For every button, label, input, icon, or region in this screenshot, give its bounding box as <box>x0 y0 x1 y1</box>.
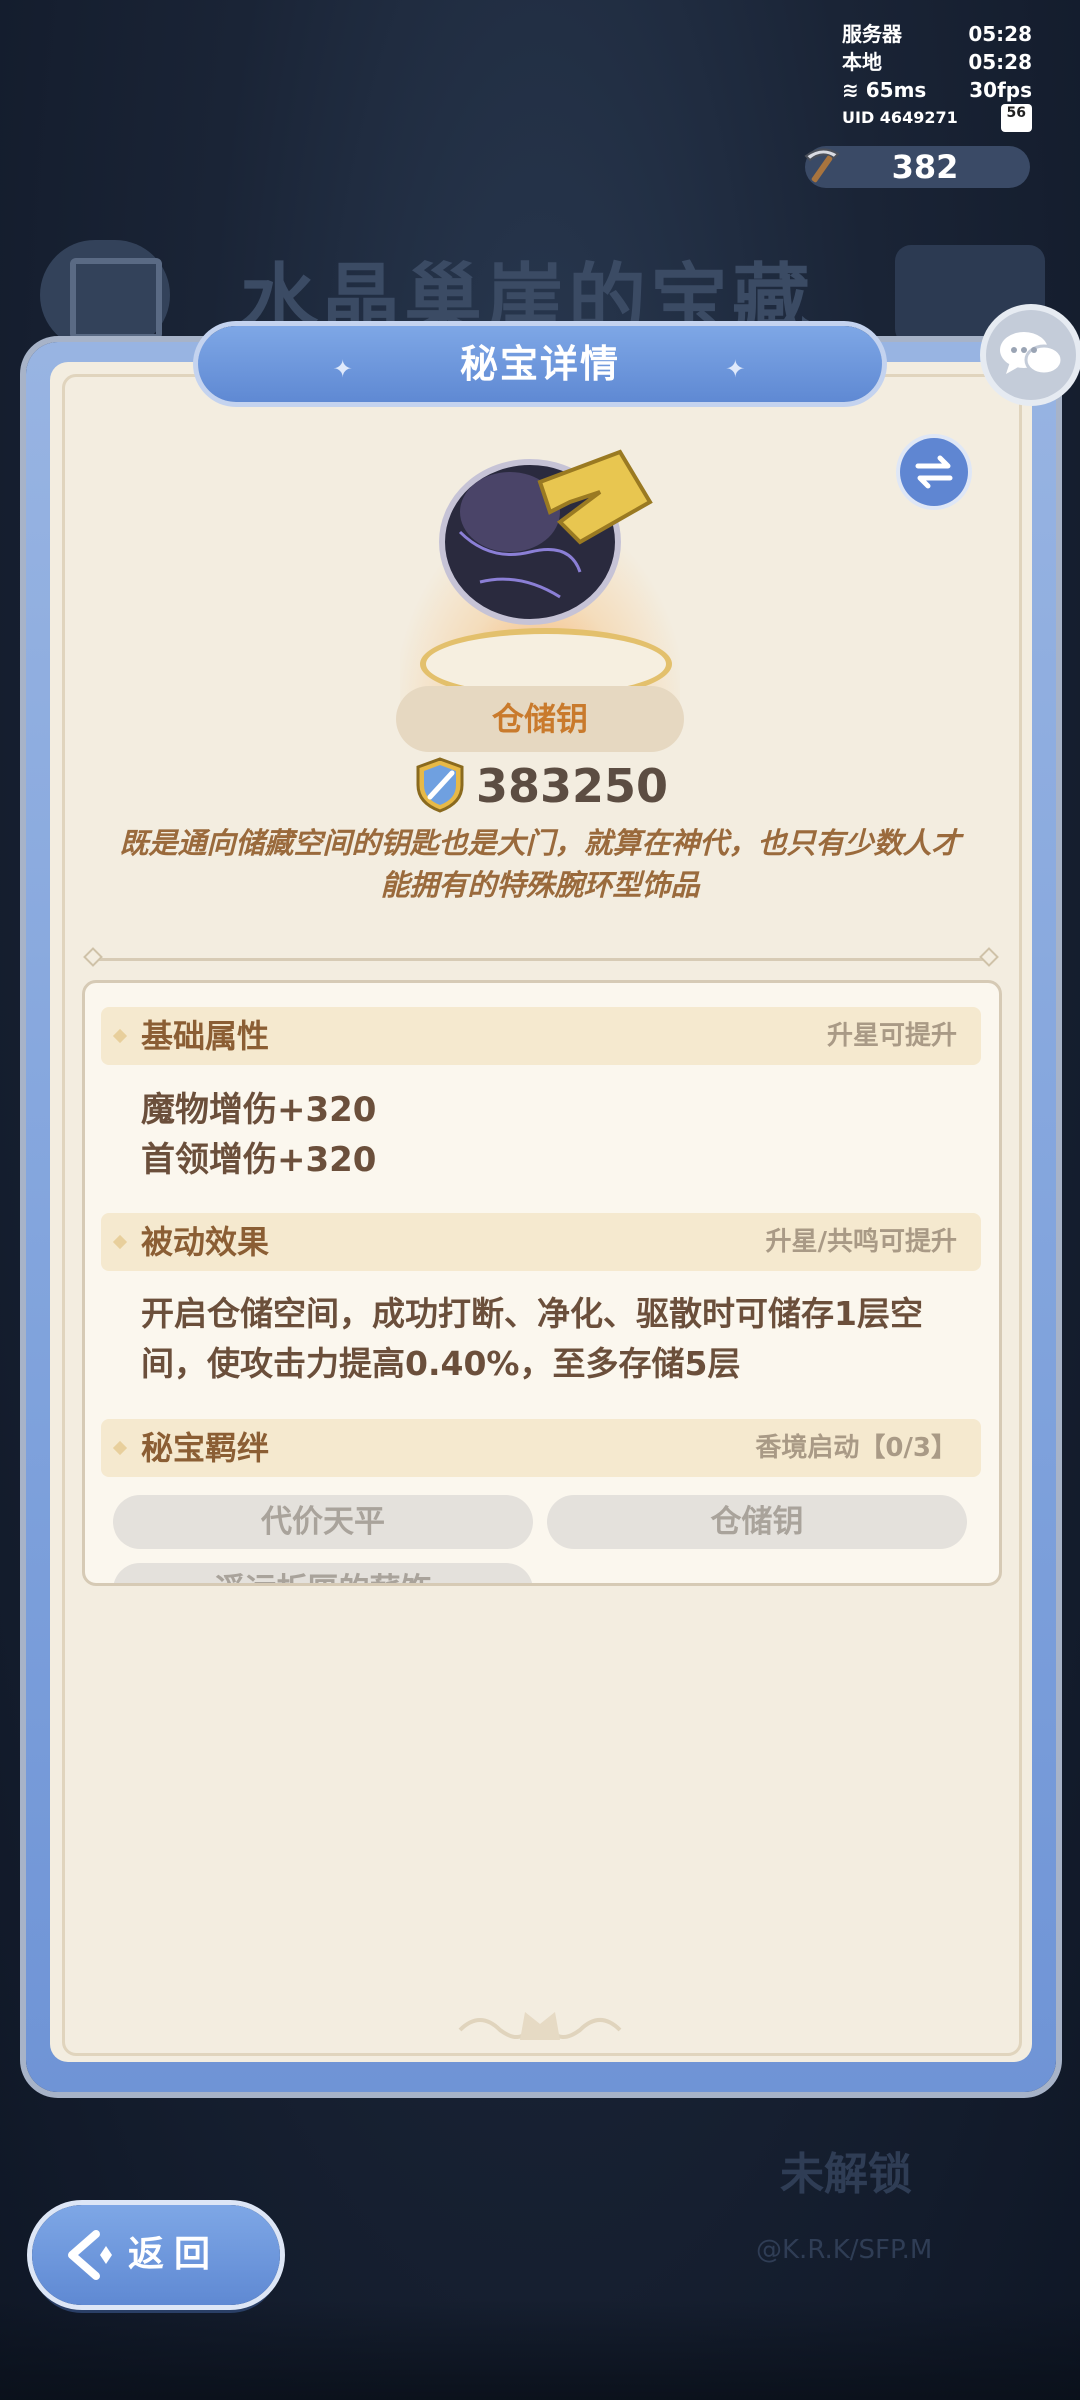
ping: ≋ 65ms <box>842 78 927 102</box>
diamond-icon <box>112 1028 128 1044</box>
wifi-icon: ≋ <box>842 78 859 102</box>
server-label: 服务器 <box>842 22 902 46</box>
battery-icon: 56 <box>1000 104 1032 132</box>
back-arrow-icon <box>68 2230 112 2280</box>
diamond-icon <box>112 1234 128 1250</box>
shop-icon <box>70 258 162 340</box>
chat-button[interactable] <box>986 310 1076 400</box>
panel-ornament <box>458 2012 622 2040</box>
panel-title: ✦ 秘宝详情 ✦ <box>332 342 748 386</box>
attributes-panel[interactable]: 基础属性 升星可提升 魔物增伤+320 首领增伤+320 被动效果 升星/共鸣可… <box>82 980 1002 1586</box>
star-icon: ✦ <box>332 355 355 383</box>
bond-item[interactable]: 仓储钥 <box>547 1495 967 1549</box>
item-name: 仓储钥 <box>491 700 588 738</box>
power-shield-icon <box>416 757 464 813</box>
copyright-text: @K.R.K/SFP.M <box>756 2235 933 2265</box>
stat-line: 首领增伤+320 <box>141 1140 377 1180</box>
section-header-basic: 基础属性 升星可提升 <box>101 1007 981 1065</box>
swap-button[interactable] <box>900 438 968 506</box>
passive-effect-text: 开启仓储空间，成功打断、净化、驱散时可储存1层空间，使攻击力提高0.40%，至多… <box>141 1294 923 1383</box>
fps: 30fps <box>969 78 1032 102</box>
section-hint: 升星/共鸣可提升 <box>765 1227 958 1257</box>
local-time: 05:28 <box>968 50 1032 74</box>
stat-line: 魔物增伤+320 <box>141 1090 377 1130</box>
section-hint: 升星可提升 <box>826 1021 957 1051</box>
star-icon: ✦ <box>725 355 748 383</box>
divider <box>92 958 988 961</box>
bond-item[interactable]: 代价天平 <box>113 1495 533 1549</box>
server-time: 05:28 <box>968 22 1032 46</box>
pickaxe-count: 382 <box>891 148 959 186</box>
item-score: 383250 <box>476 759 669 813</box>
chat-icon <box>1000 332 1064 376</box>
wrist-ring-icon <box>439 449 653 625</box>
section-title: 被动效果 <box>141 1223 270 1261</box>
back-button-label: 返回 <box>128 2234 221 2275</box>
locked-label: 未解锁 <box>780 2149 912 2200</box>
swap-icon <box>915 455 953 489</box>
local-label: 本地 <box>842 50 882 74</box>
bond-item[interactable]: 遥远折匣的薪饰 <box>113 1563 533 1583</box>
section-title: 基础属性 <box>141 1017 270 1055</box>
status-overlay: 服务器 05:28 本地 05:28 ≋ 65ms 30fps UID 4649271… <box>842 20 1032 132</box>
section-header-bond: 秘宝羁绊 香境启动【0/3】 <box>101 1419 981 1477</box>
uid: UID 4649271 <box>842 108 958 127</box>
background-shadow <box>0 2300 1080 2400</box>
item-description: 既是通向储藏空间的钥匙也是大门，就算在神代，也只有少数人才能拥有的特殊腕环型饰品 <box>119 826 961 902</box>
section-hint: 香境启动【0/3】 <box>755 1433 957 1463</box>
section-title: 秘宝羁绊 <box>141 1429 270 1467</box>
section-header-passive: 被动效果 升星/共鸣可提升 <box>101 1213 981 1271</box>
pickaxe-icon <box>804 148 840 183</box>
diamond-icon <box>112 1440 128 1456</box>
